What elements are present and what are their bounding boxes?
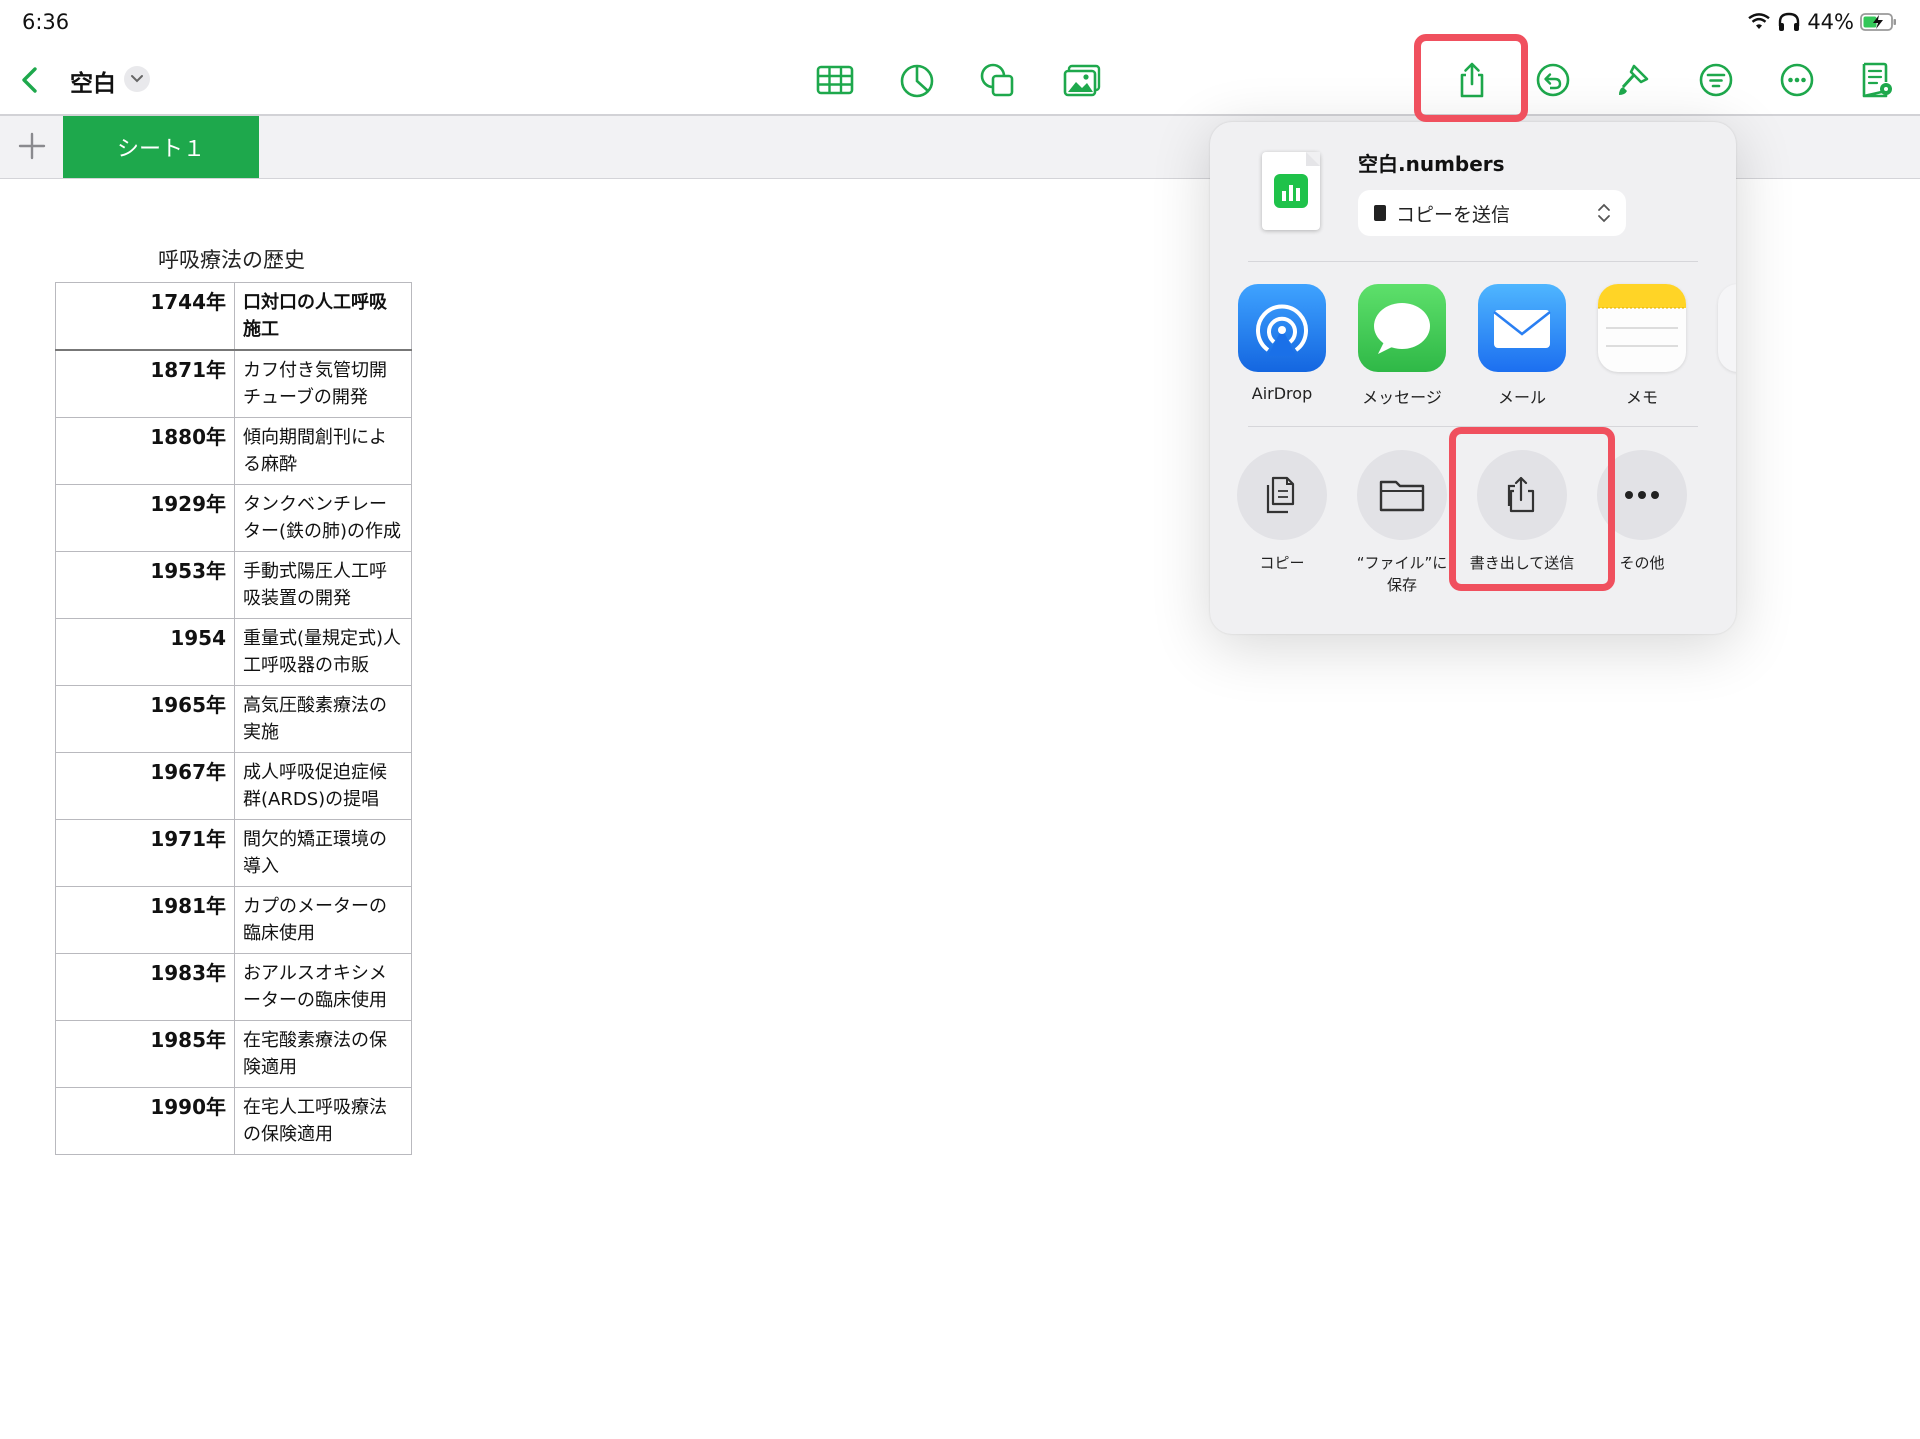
chevron-down-icon bbox=[131, 75, 143, 83]
mail-icon bbox=[1478, 284, 1566, 372]
table-row: 1983年 おアルスオキシメーターの臨床使用 bbox=[55, 953, 412, 1021]
share-app-messages[interactable]: メッセージ bbox=[1348, 284, 1456, 408]
year-cell[interactable]: 1967年 bbox=[55, 752, 235, 820]
share-app-notes[interactable]: メモ bbox=[1588, 284, 1696, 408]
table-row: 1880年 傾向期間創刊による麻酔 bbox=[55, 417, 412, 485]
action-copy[interactable]: コピー bbox=[1228, 450, 1336, 574]
share-app-mail[interactable]: メール bbox=[1468, 284, 1576, 408]
share-app-airdrop[interactable]: AirDrop bbox=[1228, 284, 1336, 403]
format-button[interactable] bbox=[1604, 46, 1664, 114]
title-menu-button[interactable] bbox=[124, 66, 150, 92]
share-sheet-divider bbox=[1248, 261, 1698, 262]
year-cell[interactable]: 1744年 bbox=[55, 282, 235, 351]
insert-media-button[interactable] bbox=[1052, 46, 1112, 114]
export-action-highlight bbox=[1449, 427, 1615, 591]
insert-chart-button[interactable] bbox=[887, 46, 947, 114]
chevron-up-down-icon bbox=[1598, 203, 1610, 223]
table-row: 1953年 手動式陽圧人工呼吸装置の開発 bbox=[55, 551, 412, 619]
year-cell[interactable]: 1983年 bbox=[55, 953, 235, 1021]
action-save-to-files[interactable]: “ファイル”に 保存 bbox=[1348, 450, 1456, 596]
table-icon bbox=[816, 65, 854, 95]
tab-sheet-1[interactable]: シート１ bbox=[63, 116, 259, 178]
event-cell[interactable]: 口対口の人工呼吸施工 bbox=[234, 282, 412, 351]
airdrop-icon bbox=[1238, 284, 1326, 372]
event-cell[interactable]: タンクベンチレーター(鉄の肺)の作成 bbox=[234, 484, 412, 552]
share-button-highlight bbox=[1414, 34, 1528, 122]
shapes-icon bbox=[980, 63, 1014, 97]
wifi-icon bbox=[1748, 13, 1771, 29]
year-cell[interactable]: 1954 bbox=[55, 618, 235, 686]
insert-shape-button[interactable] bbox=[968, 46, 1028, 114]
year-cell[interactable]: 1929年 bbox=[55, 484, 235, 552]
notes-icon bbox=[1598, 284, 1686, 372]
send-mode-label: コピーを送信 bbox=[1396, 203, 1511, 226]
year-cell[interactable]: 1965年 bbox=[55, 685, 235, 753]
event-cell[interactable]: 在宅酸素療法の保険適用 bbox=[234, 1020, 412, 1088]
table-row: 1990年 在宅人工呼吸療法の保険適用 bbox=[55, 1087, 412, 1155]
year-cell[interactable]: 1971年 bbox=[55, 819, 235, 887]
photo-icon bbox=[1063, 64, 1101, 97]
event-cell[interactable]: 重量式(量規定式)人工呼吸器の市販 bbox=[234, 618, 412, 686]
year-cell[interactable]: 1880年 bbox=[55, 417, 235, 485]
table-row: 1929年 タンクベンチレーター(鉄の肺)の作成 bbox=[55, 484, 412, 552]
headphones-icon bbox=[1779, 12, 1800, 31]
table-row: 1967年 成人呼吸促迫症候群(ARDS)の提唱 bbox=[55, 752, 412, 820]
organize-button[interactable] bbox=[1686, 46, 1746, 114]
document-settings-icon bbox=[1862, 62, 1892, 98]
toolbar: 空白 bbox=[0, 46, 1920, 114]
copy-icon bbox=[1266, 476, 1295, 514]
table-row: 1871年 カフ付き気管切開チューブの開発 bbox=[55, 349, 412, 418]
table-row: 1985年 在宅酸素療法の保険適用 bbox=[55, 1020, 412, 1088]
event-cell[interactable]: 手動式陽圧人工呼吸装置の開発 bbox=[234, 551, 412, 619]
more-options-button[interactable] bbox=[1767, 46, 1827, 114]
filter-list-icon bbox=[1699, 63, 1733, 97]
event-cell[interactable]: 成人呼吸促迫症候群(ARDS)の提唱 bbox=[234, 752, 412, 820]
event-cell[interactable]: おアルスオキシメーターの臨床使用 bbox=[234, 953, 412, 1021]
year-cell[interactable]: 1953年 bbox=[55, 551, 235, 619]
folder-icon bbox=[1379, 480, 1425, 512]
event-cell[interactable]: 高気圧酸素療法の実施 bbox=[234, 685, 412, 753]
status-time: 6:36 bbox=[22, 10, 70, 34]
back-button[interactable] bbox=[0, 46, 60, 114]
table-title[interactable]: 呼吸療法の歴史 bbox=[158, 244, 305, 274]
event-cell[interactable]: カプのメーターの臨床使用 bbox=[234, 886, 412, 954]
paintbrush-icon bbox=[1619, 64, 1649, 95]
document-setup-button[interactable] bbox=[1845, 46, 1905, 114]
history-table: 1744年 口対口の人工呼吸施工 1871年 カフ付き気管切開チューブの開発 1880年… bbox=[55, 282, 412, 1155]
event-cell[interactable]: カフ付き気管切開チューブの開発 bbox=[234, 349, 412, 418]
year-cell[interactable]: 1990年 bbox=[55, 1087, 235, 1155]
table-row: 1971年 間欠的矯正環境の導入 bbox=[55, 819, 412, 887]
shared-file-name: 空白.numbers bbox=[1358, 152, 1505, 176]
undo-button[interactable] bbox=[1523, 46, 1583, 114]
ellipsis-circle-icon bbox=[1780, 63, 1814, 97]
battery-charging-icon bbox=[1860, 13, 1896, 31]
document-icon bbox=[1374, 205, 1386, 221]
send-mode-select[interactable]: コピーを送信 bbox=[1358, 190, 1626, 236]
file-thumbnail bbox=[1262, 152, 1320, 230]
numbers-app-icon bbox=[1274, 174, 1308, 208]
plus-icon bbox=[18, 132, 46, 160]
table-row: 1954 重量式(量規定式)人工呼吸器の市販 bbox=[55, 618, 412, 686]
share-app-partial[interactable]: フ bbox=[1708, 284, 1736, 408]
status-indicators: 44% bbox=[1747, 10, 1898, 34]
partial-app-icon bbox=[1718, 284, 1736, 372]
chart-pie-icon bbox=[900, 64, 934, 98]
document-title[interactable]: 空白 bbox=[70, 64, 116, 98]
table-row: 1965年 高気圧酸素療法の実施 bbox=[55, 685, 412, 753]
event-cell[interactable]: 在宅人工呼吸療法の保険適用 bbox=[234, 1087, 412, 1155]
table-row: 1981年 カプのメーターの臨床使用 bbox=[55, 886, 412, 954]
battery-percent: 44% bbox=[1807, 10, 1854, 34]
event-cell[interactable]: 傾向期間創刊による麻酔 bbox=[234, 417, 412, 485]
table-row: 1744年 口対口の人工呼吸施工 bbox=[55, 282, 412, 351]
add-sheet-button[interactable] bbox=[10, 124, 54, 168]
year-cell[interactable]: 1871年 bbox=[55, 349, 235, 418]
event-cell[interactable]: 間欠的矯正環境の導入 bbox=[234, 819, 412, 887]
insert-table-button[interactable] bbox=[805, 46, 865, 114]
chevron-left-icon bbox=[22, 67, 37, 93]
year-cell[interactable]: 1981年 bbox=[55, 886, 235, 954]
year-cell[interactable]: 1985年 bbox=[55, 1020, 235, 1088]
messages-icon bbox=[1358, 284, 1446, 372]
undo-icon bbox=[1536, 63, 1570, 97]
more-icon bbox=[1625, 491, 1659, 499]
